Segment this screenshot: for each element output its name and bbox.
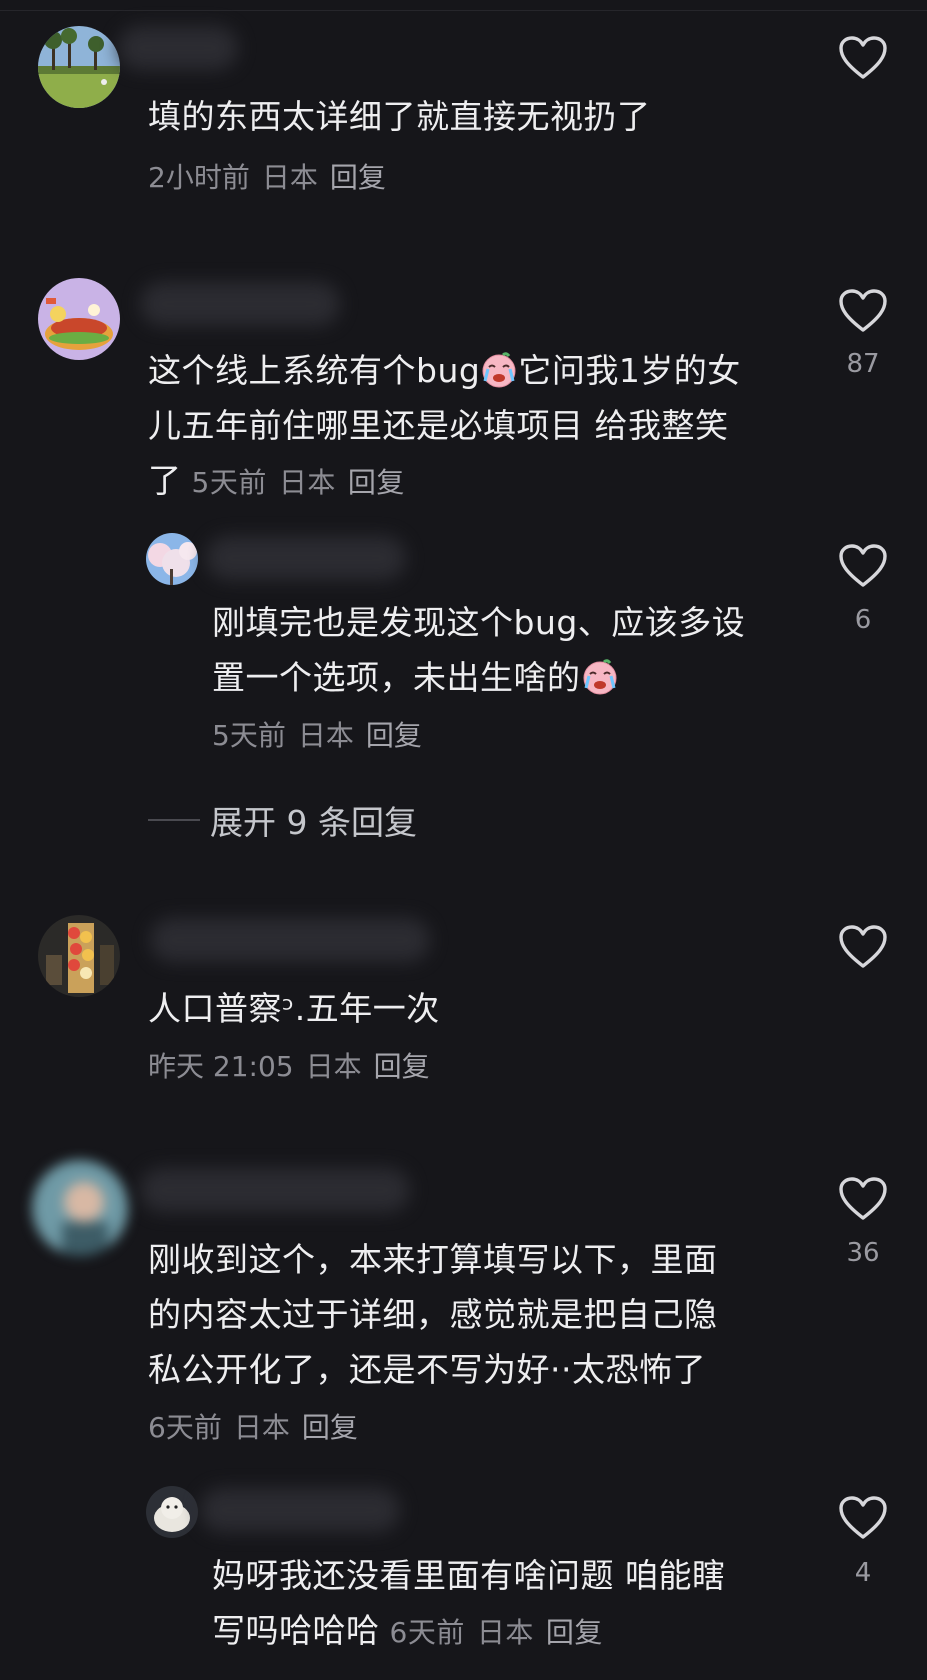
username-blurred — [140, 1168, 410, 1212]
comment-text-line: 私公开化了，还是不写为好··太恐怖了 — [148, 1350, 706, 1389]
expand-replies-label: 展开 9 条回复 — [210, 803, 417, 842]
comment-text-part: 它问我1岁的女 — [518, 351, 741, 390]
reply-meta: 6天前 日本 回复 — [390, 1616, 615, 1649]
comment-time: 昨天 21:05 — [148, 1050, 294, 1083]
like-button[interactable] — [838, 35, 888, 81]
reply-time: 5天前 — [212, 719, 286, 752]
crying-emoji-icon — [482, 352, 516, 388]
like-count: 87 — [846, 349, 880, 379]
like-button[interactable] — [838, 543, 888, 589]
expand-divider — [148, 819, 200, 821]
reply-text-line: 写吗哈哈哈 — [212, 1611, 380, 1650]
comment-time: 2小时前 — [148, 161, 250, 194]
user-avatar[interactable] — [38, 278, 120, 360]
username-blurred — [200, 1488, 400, 1532]
reply-text: 刚填完也是发现这个bug、应该多设 置一个选项，未出生啥的 — [212, 595, 745, 705]
reply-button[interactable]: 回复 — [366, 719, 422, 752]
username-blurred — [140, 282, 340, 326]
avatar-blossom-image — [146, 533, 198, 585]
reply-user-avatar[interactable] — [146, 1486, 198, 1538]
reply-button[interactable]: 回复 — [546, 1616, 603, 1649]
reply-button[interactable]: 回复 — [348, 466, 405, 499]
reply-text-line: 妈呀我还没看里面有啥问题 咱能瞎 — [212, 1556, 726, 1595]
comment-text-line: 的内容太过于详细，感觉就是把自己隐 — [148, 1295, 718, 1334]
reply-text: 妈呀我还没看里面有啥问题 咱能瞎 写吗哈哈哈 6天前 日本 回复 — [212, 1548, 726, 1660]
comment-meta: 5天前 日本 回复 — [192, 466, 417, 499]
comment-region: 日本 — [278, 466, 336, 499]
avatar-park-image — [38, 26, 120, 108]
avatar-illustration-image — [38, 278, 120, 360]
comment-text: 这个线上系统有个bug 它问我1岁的女 儿五年前住哪里还是必填项目 给我整笑 了5… — [148, 343, 741, 510]
comment-time: 5天前 — [191, 466, 267, 499]
like-button[interactable] — [838, 288, 888, 334]
reply-button[interactable]: 回复 — [302, 1411, 358, 1444]
like-count: 4 — [854, 1558, 872, 1588]
crying-emoji-icon — [583, 659, 616, 695]
heart-outline-icon — [839, 1177, 887, 1220]
reply-region: 日本 — [297, 719, 354, 752]
reply-button[interactable]: 回复 — [330, 161, 386, 194]
heart-outline-icon — [839, 1496, 887, 1539]
avatar-dog-image — [146, 1486, 198, 1538]
reply-text-line: 置一个选项，未出生啥的 — [212, 658, 581, 697]
username-blurred — [206, 536, 406, 580]
comment-text-line: 刚收到这个，本来打算填写以下，里面 — [148, 1240, 718, 1279]
comment-meta: 昨天 21:05 日本 回复 — [148, 1047, 442, 1087]
reply-button[interactable]: 回复 — [374, 1050, 430, 1083]
like-button[interactable] — [838, 1176, 888, 1222]
like-count: 6 — [854, 605, 872, 635]
avatar-blurred-image — [32, 1160, 128, 1256]
heart-outline-icon — [839, 36, 887, 79]
username-blurred — [150, 918, 430, 962]
avatar-food-image — [38, 915, 120, 997]
comment-region: 日本 — [305, 1050, 362, 1083]
comment-text-part: 这个线上系统有个bug — [148, 351, 481, 390]
comment-meta: 6天前 日本 回复 — [148, 1408, 370, 1448]
comment-text: 刚收到这个，本来打算填写以下，里面 的内容太过于详细，感觉就是把自己隐 私公开化… — [148, 1232, 718, 1397]
reply-time: 6天前 — [389, 1616, 465, 1649]
like-button[interactable] — [838, 1495, 888, 1541]
comment-text-line: 儿五年前住哪里还是必填项目 给我整笑 — [148, 406, 729, 445]
comment-text: 人口普察ᵓ.五年一次 — [148, 989, 440, 1028]
reply-text-line: 刚填完也是发现这个bug、应该多设 — [212, 603, 746, 642]
heart-outline-icon — [839, 925, 887, 968]
comment-text: 填的东西太详细了就直接无视扔了 — [148, 97, 651, 136]
reply-meta: 5天前 日本 回复 — [212, 716, 434, 756]
like-button[interactable] — [838, 924, 888, 970]
user-avatar[interactable] — [38, 26, 120, 108]
comment-region: 日本 — [233, 1411, 290, 1444]
user-avatar[interactable] — [32, 1160, 128, 1256]
like-count: 36 — [846, 1238, 880, 1268]
heart-outline-icon — [839, 289, 887, 332]
user-avatar[interactable] — [38, 915, 120, 997]
comment-time: 6天前 — [148, 1411, 222, 1444]
comment-text-line: 了 — [148, 461, 182, 500]
top-divider — [0, 10, 927, 11]
comment-meta: 2小时前 日本 回复 — [148, 158, 398, 198]
expand-replies-button[interactable]: 展开 9 条回复 — [148, 798, 417, 842]
username-blurred — [118, 26, 238, 70]
heart-outline-icon — [839, 544, 887, 587]
reply-user-avatar[interactable] — [146, 533, 198, 585]
reply-region: 日本 — [476, 1616, 534, 1649]
comment-region: 日本 — [261, 161, 318, 194]
